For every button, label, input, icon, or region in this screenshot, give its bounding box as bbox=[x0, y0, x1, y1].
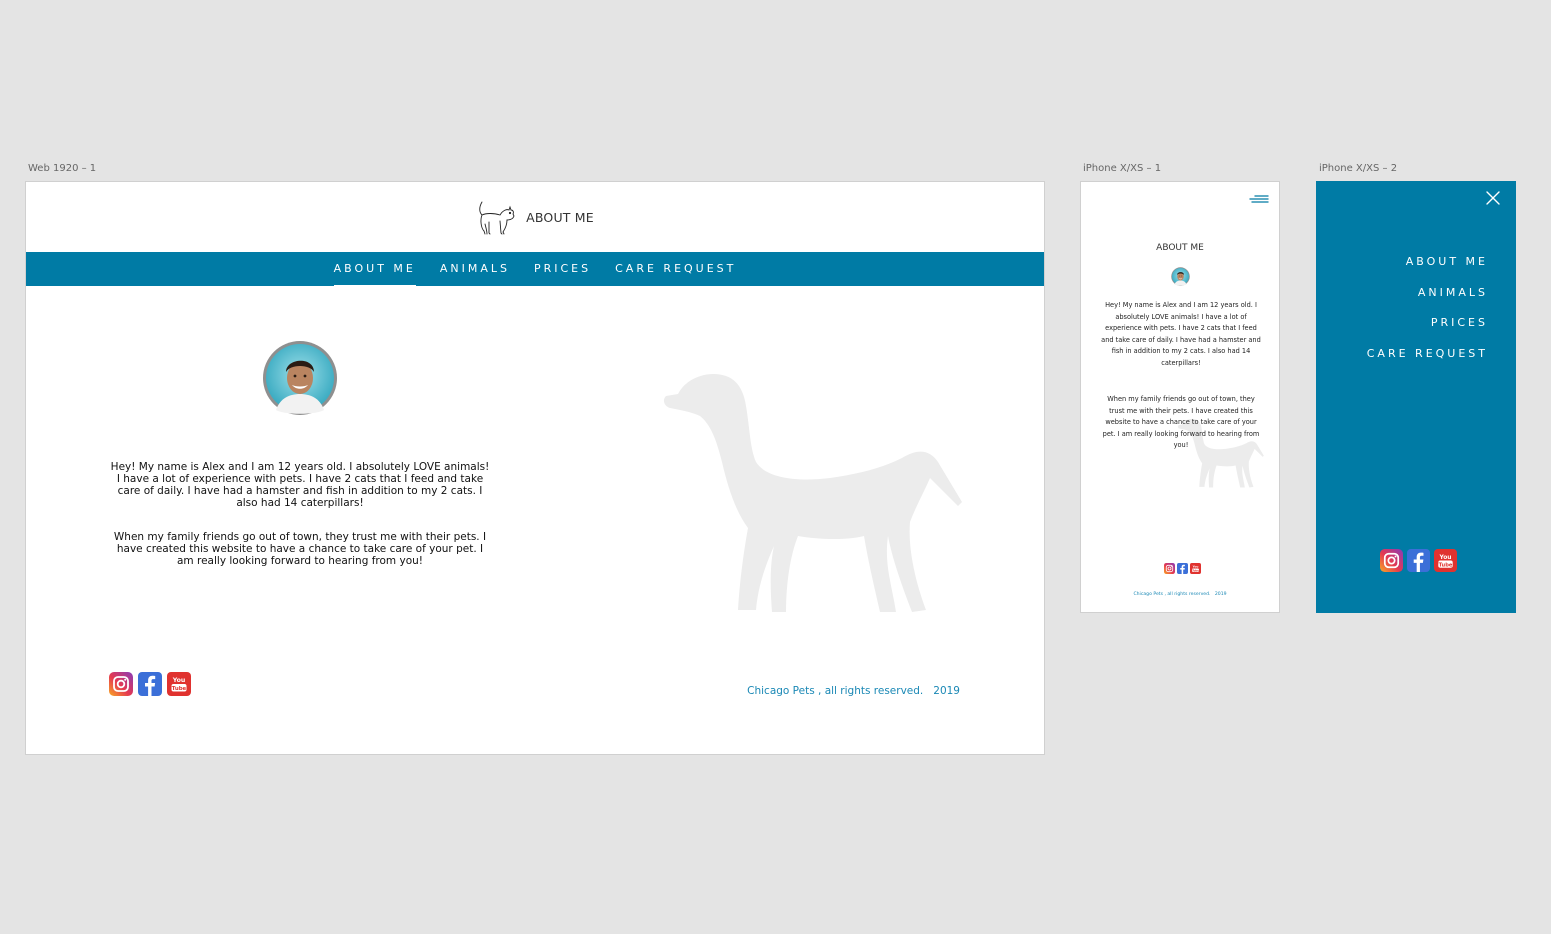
artboard-label-web[interactable]: Web 1920 – 1 bbox=[28, 163, 96, 174]
menu-item-prices[interactable]: PRICES bbox=[1367, 308, 1488, 339]
header-logo-row: ABOUT ME bbox=[26, 192, 1044, 242]
artboard-label-phone1[interactable]: iPhone X/XS – 1 bbox=[1083, 163, 1161, 174]
footer-copyright: Chicago Pets , all rights reserved. 2019 bbox=[747, 685, 960, 697]
social-links bbox=[1380, 549, 1457, 572]
facebook-icon[interactable] bbox=[1177, 563, 1188, 574]
youtube-icon[interactable] bbox=[1190, 563, 1201, 574]
dog-silhouette-image bbox=[626, 350, 966, 628]
main-nav: ABOUT ME ANIMALS PRICES CARE REQUEST bbox=[26, 252, 1044, 290]
cat-logo-icon[interactable] bbox=[476, 198, 516, 236]
youtube-icon[interactable] bbox=[167, 672, 191, 696]
nav-item-about-me[interactable]: ABOUT ME bbox=[322, 252, 428, 290]
social-links bbox=[109, 672, 191, 696]
instagram-icon[interactable] bbox=[109, 672, 133, 696]
close-icon[interactable] bbox=[1485, 190, 1501, 206]
web-artboard: ABOUT ME ABOUT ME ANIMALS PRICES CARE RE… bbox=[25, 181, 1045, 755]
bio-paragraph-2: When my family friends go out of town, t… bbox=[1102, 395, 1260, 450]
bio-paragraph-1: Hey! My name is Alex and I am 12 years o… bbox=[1101, 301, 1261, 367]
bio-paragraph-1: Hey! My name is Alex and I am 12 years o… bbox=[110, 461, 490, 509]
facebook-icon[interactable] bbox=[1407, 549, 1430, 572]
bio-paragraph-2: When my family friends go out of town, t… bbox=[113, 531, 487, 567]
phone-artboard-menu: ABOUT ME ANIMALS PRICES CARE REQUEST bbox=[1316, 181, 1516, 613]
nav-item-animals[interactable]: ANIMALS bbox=[428, 252, 522, 286]
youtube-icon[interactable] bbox=[1434, 549, 1457, 572]
nav-item-prices[interactable]: PRICES bbox=[522, 252, 603, 286]
footer-copyright: Chicago Pets , all rights reserved. 2019 bbox=[1133, 592, 1227, 597]
mobile-menu: ABOUT ME ANIMALS PRICES CARE REQUEST bbox=[1367, 247, 1488, 369]
menu-item-care-request[interactable]: CARE REQUEST bbox=[1367, 339, 1488, 370]
avatar bbox=[262, 340, 338, 416]
nav-item-care-request[interactable]: CARE REQUEST bbox=[603, 252, 748, 286]
artboard-label-phone2[interactable]: iPhone X/XS – 2 bbox=[1319, 163, 1397, 174]
menu-item-about-me[interactable]: ABOUT ME bbox=[1367, 247, 1488, 278]
avatar bbox=[1171, 267, 1190, 286]
page-title: ABOUT ME bbox=[526, 209, 594, 225]
hamburger-menu-icon[interactable] bbox=[1249, 194, 1269, 204]
phone-artboard-about: ABOUT ME Hey! My name is Alex and I am 1… bbox=[1080, 181, 1280, 613]
instagram-icon[interactable] bbox=[1164, 563, 1175, 574]
instagram-icon[interactable] bbox=[1380, 549, 1403, 572]
menu-item-animals[interactable]: ANIMALS bbox=[1367, 278, 1488, 309]
facebook-icon[interactable] bbox=[138, 672, 162, 696]
page-title: ABOUT ME bbox=[1156, 243, 1204, 253]
social-links bbox=[1164, 563, 1201, 574]
